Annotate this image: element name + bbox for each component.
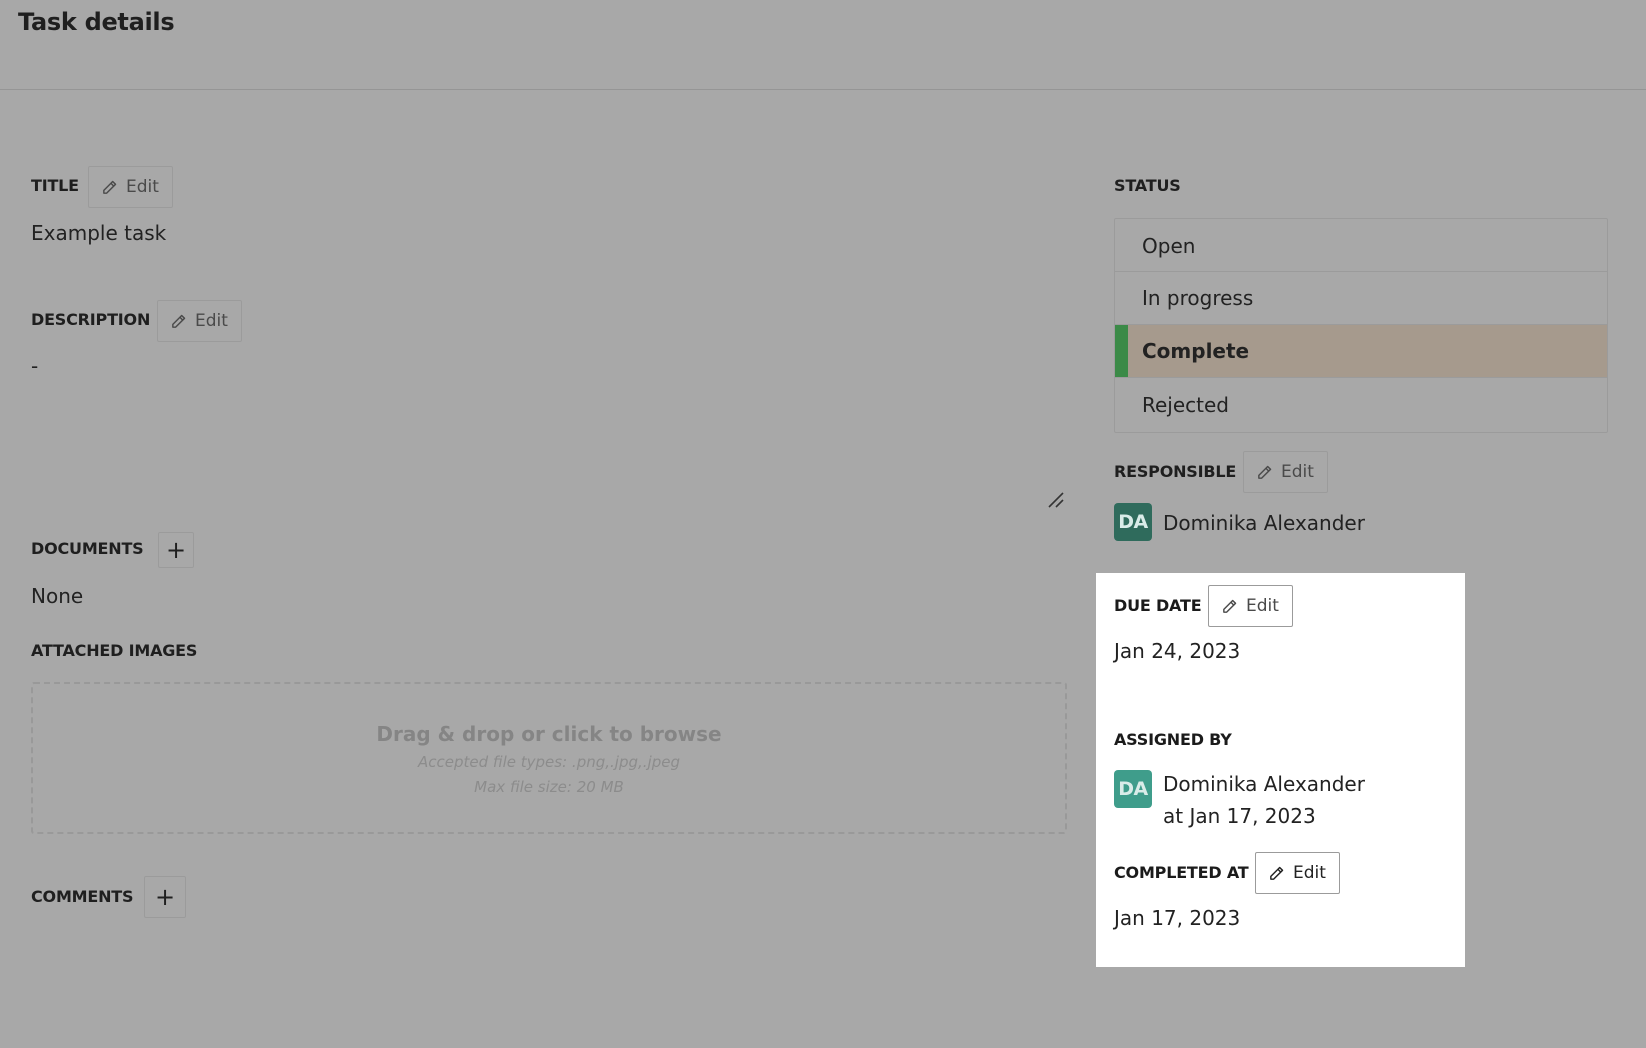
page-title: Task details xyxy=(18,8,175,36)
edit-label: Edit xyxy=(1246,596,1279,616)
pencil-icon xyxy=(1258,465,1272,479)
dropzone-max-size: Max file size: 20 MB xyxy=(474,778,624,796)
completed-at-value: Jan 17, 2023 xyxy=(1114,906,1241,930)
due-date-edit-button[interactable]: Edit xyxy=(1208,585,1293,627)
status-option-open[interactable]: Open xyxy=(1115,219,1607,272)
title-edit-button[interactable]: Edit xyxy=(88,166,173,208)
resize-handle-icon[interactable] xyxy=(1046,490,1066,510)
description-label: DESCRIPTION xyxy=(31,310,151,329)
due-date-label: DUE DATE xyxy=(1114,596,1202,615)
avatar: DA xyxy=(1114,503,1152,541)
status-option-label: In progress xyxy=(1142,286,1254,310)
title-value: Example task xyxy=(31,221,167,245)
dropzone-title: Drag & drop or click to browse xyxy=(376,722,722,746)
highlighted-panel: DUE DATE Edit Jan 24, 2023 ASSIGNED BY D… xyxy=(1096,573,1465,967)
status-option-label: Complete xyxy=(1142,339,1250,363)
completed-at-edit-button[interactable]: Edit xyxy=(1255,852,1340,894)
completed-at-label: COMPLETED AT xyxy=(1114,863,1249,882)
responsible-name: Dominika Alexander xyxy=(1163,511,1365,535)
status-list: Open In progress Complete Rejected xyxy=(1114,218,1608,433)
plus-icon: + xyxy=(165,536,187,564)
title-label: TITLE xyxy=(31,176,79,195)
edit-label: Edit xyxy=(1293,863,1326,883)
assigned-by-date: at Jan 17, 2023 xyxy=(1163,804,1316,828)
plus-icon: + xyxy=(154,883,176,911)
pencil-icon xyxy=(1270,866,1284,880)
status-option-in-progress[interactable]: In progress xyxy=(1115,271,1607,324)
edit-label: Edit xyxy=(195,311,228,331)
dropzone-accepted-types: Accepted file types: .png,.jpg,.jpeg xyxy=(418,753,680,771)
assigned-by-name: Dominika Alexander xyxy=(1163,772,1365,796)
due-date-value: Jan 24, 2023 xyxy=(1114,639,1241,663)
edit-label: Edit xyxy=(1281,462,1314,482)
avatar: DA xyxy=(1114,770,1152,808)
assigned-by-label: ASSIGNED BY xyxy=(1114,730,1232,749)
add-comment-button[interactable]: + xyxy=(144,876,186,918)
status-option-label: Open xyxy=(1142,233,1196,258)
pencil-icon xyxy=(172,314,186,328)
status-label: STATUS xyxy=(1114,176,1181,195)
description-value: - xyxy=(31,354,39,378)
add-document-button[interactable]: + xyxy=(158,532,194,568)
page-header: Task details xyxy=(0,0,1646,90)
attached-images-label: ATTACHED IMAGES xyxy=(31,641,198,660)
responsible-edit-button[interactable]: Edit xyxy=(1243,451,1328,493)
responsible-label: RESPONSIBLE xyxy=(1114,462,1237,481)
edit-label: Edit xyxy=(126,177,159,197)
documents-label: DOCUMENTS xyxy=(31,539,144,558)
pencil-icon xyxy=(103,180,117,194)
comments-label: COMMENTS xyxy=(31,887,134,906)
status-option-complete[interactable]: Complete xyxy=(1115,324,1607,377)
pencil-icon xyxy=(1223,599,1237,613)
documents-value: None xyxy=(31,584,84,608)
description-edit-button[interactable]: Edit xyxy=(157,300,242,342)
status-option-label: Rejected xyxy=(1142,393,1230,417)
image-dropzone[interactable]: Drag & drop or click to browse Accepted … xyxy=(31,682,1067,834)
status-option-rejected[interactable]: Rejected xyxy=(1115,377,1607,432)
